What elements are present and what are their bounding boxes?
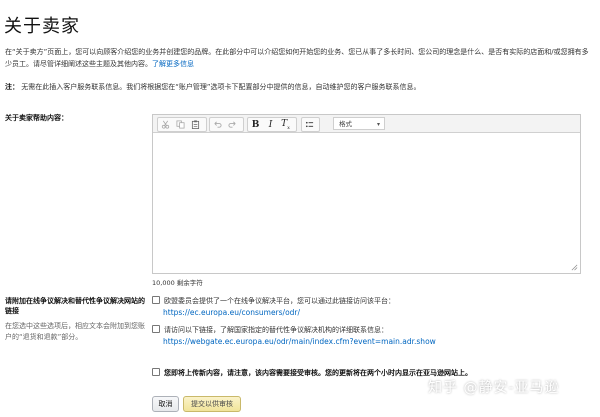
page-title: 关于卖家	[4, 16, 80, 37]
dispute-option-1: 欧盟委员会提供了一个在线争议解决平台，您可以通过此链接访问该平台：	[152, 295, 395, 307]
review-acknowledgement-label: 您即将上传新内容，请注意，该内容需要接受审核。您的更新将在两个小时内显示在亚马逊…	[164, 369, 472, 377]
format-select[interactable]: 格式 ▾	[333, 117, 385, 130]
copy-icon[interactable]	[173, 118, 188, 131]
editor-label: 关于卖家帮助内容：	[5, 114, 68, 122]
char-count: 10,000 剩余字符	[152, 279, 203, 287]
dispute-option-2-checkbox[interactable]	[152, 325, 160, 333]
cut-icon[interactable]	[158, 118, 173, 131]
format-select-value: 格式	[339, 120, 352, 128]
cancel-button[interactable]: 取消	[152, 396, 179, 412]
dispute-option-2: 请访问以下链接，了解国家指定的替代性争议解决机构的详细联系信息：	[152, 324, 388, 336]
italic-icon[interactable]: I	[263, 118, 278, 131]
redo-icon[interactable]	[225, 118, 240, 131]
intro-paragraph: 在“关于卖方”页面上，您可以向顾客介绍您的业务并创建您的品牌。在此部分中可以介绍…	[5, 46, 593, 70]
note-paragraph: 注： 无需在此插入客户服务联系信息。我们将根据您在“账户管理”选项卡下配置部分中…	[5, 81, 593, 93]
intro-text: 在“关于卖方”页面上，您可以向顾客介绍您的业务并创建您的品牌。在此部分中可以介绍…	[5, 48, 589, 68]
dispute-option-1-checkbox[interactable]	[152, 296, 160, 304]
resize-grip-icon[interactable]	[571, 264, 578, 271]
editor-toolbar: B I Tx 格式 ▾	[153, 115, 580, 133]
dispute-option-1-label: 欧盟委员会提供了一个在线争议解决平台，您可以通过此链接访问该平台：	[164, 297, 395, 305]
remove-format-icon[interactable]: Tx	[278, 118, 293, 131]
bold-icon[interactable]: B	[248, 118, 263, 131]
submit-for-review-button[interactable]: 提交以供审核	[183, 396, 241, 412]
editor-content-area[interactable]	[153, 133, 580, 273]
history-group	[209, 117, 244, 132]
review-acknowledgement: 您即将上传新内容，请注意，该内容需要接受审核。您的更新将在两个小时内显示在亚马逊…	[152, 368, 472, 378]
learn-more-link[interactable]: 了解更多信息	[152, 60, 194, 68]
bulleted-list-icon[interactable]	[302, 118, 317, 131]
note-label: 注：	[5, 83, 19, 91]
clipboard-group	[157, 117, 207, 132]
chevron-down-icon: ▾	[376, 121, 380, 128]
dispute-section-description: 在您选中这些选项后，相应文本会附加到您账户的“退货和退款”部分。	[5, 322, 145, 341]
rich-text-editor: B I Tx 格式 ▾	[152, 114, 581, 274]
format-group: B I Tx	[247, 117, 297, 132]
paste-icon[interactable]	[188, 118, 203, 131]
list-group	[301, 117, 320, 132]
review-acknowledgement-checkbox[interactable]	[152, 368, 160, 376]
dispute-option-2-label: 请访问以下链接，了解国家指定的替代性争议解决机构的详细联系信息：	[164, 326, 388, 334]
undo-icon[interactable]	[210, 118, 225, 131]
dispute-section-label: 请附加在线争议解决和替代性争议解决网站的链接	[5, 297, 145, 315]
dispute-option-2-url: https://webgate.ec.europa.eu/odr/main/in…	[163, 336, 436, 348]
odr-link[interactable]: https://ec.europa.eu/consumers/odr/	[163, 308, 300, 317]
dispute-option-1-url: https://ec.europa.eu/consumers/odr/	[163, 307, 300, 319]
note-text: 无需在此插入客户服务联系信息。我们将根据您在“账户管理”选项卡下配置部分中提供的…	[21, 83, 421, 91]
adr-link[interactable]: https://webgate.ec.europa.eu/odr/main/in…	[163, 337, 436, 346]
watermark: 知乎 @静安-亚马逊	[428, 380, 560, 396]
